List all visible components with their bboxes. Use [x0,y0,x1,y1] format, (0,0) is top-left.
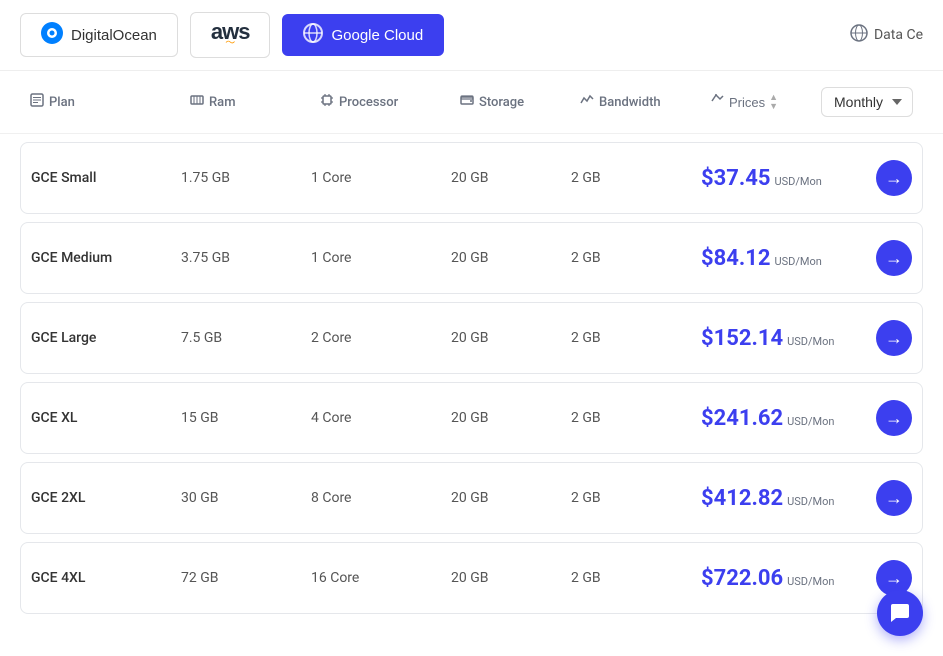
digitalocean-tab[interactable]: DigitalOcean [20,13,178,57]
plan-row[interactable]: GCE Small 1.75 GB 1 Core 20 GB 2 GB $37.… [20,142,923,214]
price-unit: USD/Mon [787,575,834,588]
plan-ram: 1.75 GB [181,170,311,186]
plan-bandwidth: 2 GB [571,490,701,506]
sort-arrows-icon: ▲▼ [769,93,778,111]
plan-bandwidth: 2 GB [571,330,701,346]
period-select[interactable]: Monthly Hourly Yearly [821,87,913,117]
datacenter-label: Data Ce [874,27,923,43]
provider-bar: DigitalOcean aws 〜 Google Cloud [0,0,943,71]
plan-row[interactable]: GCE XL 15 GB 4 Core 20 GB 2 GB $241.62 U… [20,382,923,454]
plan-name: GCE Large [31,330,181,346]
plan-storage: 20 GB [451,570,571,586]
plan-processor: 16 Core [311,570,451,586]
price-icon [710,93,724,111]
prices-sort-button[interactable]: Prices ▲▼ [729,93,778,111]
plan-col-header: Plan [30,93,190,111]
plan-detail-arrow[interactable]: → [876,320,912,356]
plan-ram: 3.75 GB [181,250,311,266]
do-logo-icon [41,22,63,48]
digitalocean-label: DigitalOcean [71,27,157,44]
plan-processor: 8 Core [311,490,451,506]
plan-price: $722.06 USD/Mon [701,566,866,591]
plan-bandwidth: 2 GB [571,170,701,186]
aws-logo-icon: aws 〜 [211,21,250,49]
plan-processor: 1 Core [311,250,451,266]
plan-processor: 4 Core [311,410,451,426]
price-unit: USD/Mon [787,415,834,428]
price-amount: $152.14 [701,326,783,351]
storage-col-header: Storage [460,93,580,111]
plan-detail-arrow[interactable]: → [876,160,912,196]
plan-price: $152.14 USD/Mon [701,326,866,351]
price-unit: USD/Mon [775,175,822,188]
price-unit: USD/Mon [787,335,834,348]
globe-icon [850,24,868,46]
price-amount: $84.12 [701,246,771,271]
plan-name: GCE XL [31,410,181,426]
googlecloud-logo-icon [303,23,323,47]
plan-detail-arrow[interactable]: → [876,240,912,276]
plan-processor: 1 Core [311,170,451,186]
plan-storage: 20 GB [451,250,571,266]
chat-bubble-button[interactable] [877,590,923,636]
plan-row[interactable]: GCE Large 7.5 GB 2 Core 20 GB 2 GB $152.… [20,302,923,374]
plan-ram: 15 GB [181,410,311,426]
processor-col-header: Processor [320,93,460,111]
plans-table: GCE Small 1.75 GB 1 Core 20 GB 2 GB $37.… [0,142,943,614]
plan-ram: 72 GB [181,570,311,586]
plan-price: $37.45 USD/Mon [701,166,866,191]
plan-name: GCE Medium [31,250,181,266]
datacenter-info: Data Ce [850,24,923,46]
price-amount: $412.82 [701,486,783,511]
plan-storage: 20 GB [451,410,571,426]
plan-processor: 2 Core [311,330,451,346]
plan-name: GCE 2XL [31,490,181,506]
ram-col-header: Ram [190,93,320,111]
price-amount: $241.62 [701,406,783,431]
plan-bandwidth: 2 GB [571,570,701,586]
plan-name: GCE Small [31,170,181,186]
plan-row[interactable]: GCE Medium 3.75 GB 1 Core 20 GB 2 GB $84… [20,222,923,294]
plan-price: $84.12 USD/Mon [701,246,866,271]
plan-detail-arrow[interactable]: → [876,480,912,516]
plan-detail-arrow[interactable]: → [876,400,912,436]
googlecloud-tab[interactable]: Google Cloud [282,14,444,56]
plan-ram: 30 GB [181,490,311,506]
column-headers: Plan Ram Proc [0,71,943,134]
plan-storage: 20 GB [451,170,571,186]
googlecloud-label: Google Cloud [331,27,423,44]
storage-icon [460,93,474,111]
price-unit: USD/Mon [787,495,834,508]
plan-price: $412.82 USD/Mon [701,486,866,511]
plan-icon [30,93,44,111]
aws-tab[interactable]: aws 〜 [190,12,271,58]
bandwidth-col-header: Bandwidth [580,93,710,111]
plan-ram: 7.5 GB [181,330,311,346]
plan-bandwidth: 2 GB [571,250,701,266]
price-unit: USD/Mon [775,255,822,268]
plan-bandwidth: 2 GB [571,410,701,426]
bandwidth-icon [580,93,594,111]
plan-name: GCE 4XL [31,570,181,586]
ram-icon [190,93,204,111]
price-amount: $37.45 [701,166,771,191]
plan-price: $241.62 USD/Mon [701,406,866,431]
prices-col-header[interactable]: Prices ▲▼ [710,93,821,111]
plan-storage: 20 GB [451,330,571,346]
plan-row[interactable]: GCE 4XL 72 GB 16 Core 20 GB 2 GB $722.06… [20,542,923,614]
processor-icon [320,93,334,111]
plan-row[interactable]: GCE 2XL 30 GB 8 Core 20 GB 2 GB $412.82 … [20,462,923,534]
plan-storage: 20 GB [451,490,571,506]
price-amount: $722.06 [701,566,783,591]
